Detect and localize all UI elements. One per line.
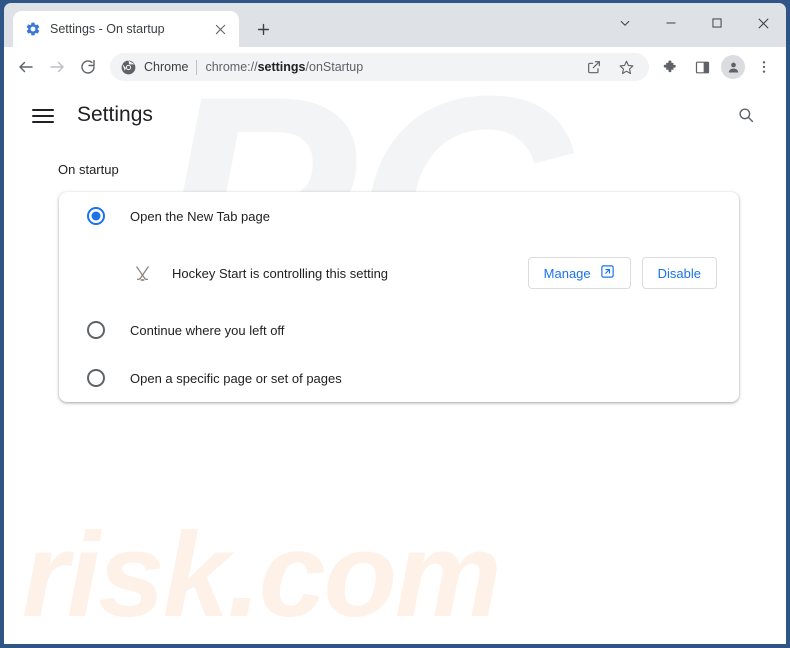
omnibox-actions xyxy=(579,52,641,82)
option-label: Open a specific page or set of pages xyxy=(130,370,342,386)
disable-button[interactable]: Disable xyxy=(641,257,717,289)
disable-button-label: Disable xyxy=(657,265,701,281)
puzzle-icon[interactable] xyxy=(656,52,686,82)
share-icon[interactable] xyxy=(579,52,609,82)
startup-option-specific-page[interactable]: Open a specific page or set of pages xyxy=(81,354,717,402)
hamburger-icon[interactable] xyxy=(30,102,56,128)
tab-strip: Settings - On startup xyxy=(4,3,786,47)
back-icon[interactable] xyxy=(11,52,41,82)
chrome-logo-icon xyxy=(121,60,136,75)
omnibox-chip-label: Chrome xyxy=(144,60,189,74)
browser-tab[interactable]: Settings - On startup xyxy=(13,11,239,47)
radio-button[interactable] xyxy=(87,369,105,387)
startup-option-new-tab[interactable]: Open the New Tab page xyxy=(81,192,717,240)
tab-title: Settings - On startup xyxy=(50,22,165,36)
star-icon[interactable] xyxy=(611,52,641,82)
url-bold-part: settings xyxy=(257,60,306,74)
new-tab-button[interactable] xyxy=(249,15,277,43)
gear-icon xyxy=(25,21,41,37)
extension-notice-text: Hockey Start is controlling this setting xyxy=(172,265,389,281)
section-label: On startup xyxy=(58,162,119,177)
page-title: Settings xyxy=(77,103,153,126)
manage-button-label: Manage xyxy=(543,265,591,281)
option-label: Open the New Tab page xyxy=(130,208,270,224)
avatar xyxy=(721,55,745,79)
window-controls xyxy=(602,3,786,43)
side-panel-icon[interactable] xyxy=(687,52,717,82)
radio-button-selected[interactable] xyxy=(87,207,105,225)
hockey-sticks-icon xyxy=(131,262,153,284)
manage-button[interactable]: Manage xyxy=(527,257,631,289)
browser-toolbar: Chrome chrome://settings/onStartup xyxy=(4,47,786,87)
on-startup-card: Open the New Tab page Hockey Start is co… xyxy=(59,192,739,402)
omnibox-url: chrome://settings/onStartup xyxy=(205,60,571,74)
forward-icon[interactable] xyxy=(42,52,72,82)
settings-page: PC risk.com Settings On startup Open the… xyxy=(4,87,786,644)
profile-button[interactable] xyxy=(718,52,748,82)
external-link-icon xyxy=(600,264,615,282)
startup-option-continue[interactable]: Continue where you left off xyxy=(81,306,717,354)
url-suffix: /onStartup xyxy=(305,60,364,74)
search-icon[interactable] xyxy=(730,99,762,131)
radio-button[interactable] xyxy=(87,321,105,339)
settings-header: Settings xyxy=(4,87,786,143)
close-tab-icon[interactable] xyxy=(210,19,230,39)
close-window-button[interactable] xyxy=(740,3,786,43)
omnibox-divider xyxy=(196,59,198,75)
browser-window: Settings - On startup Chrome chrome://se… xyxy=(0,0,790,648)
address-bar[interactable]: Chrome chrome://settings/onStartup xyxy=(110,53,649,81)
watermark-risk: risk.com xyxy=(22,508,502,642)
maximize-button[interactable] xyxy=(694,3,740,43)
extension-notice-row: Hockey Start is controlling this setting… xyxy=(81,240,717,306)
minimize-button[interactable] xyxy=(648,3,694,43)
three-dot-menu-icon[interactable] xyxy=(749,52,779,82)
tab-search-button[interactable] xyxy=(602,3,648,43)
option-label: Continue where you left off xyxy=(130,322,285,338)
reload-icon[interactable] xyxy=(73,52,103,82)
url-prefix: chrome:// xyxy=(205,60,258,74)
